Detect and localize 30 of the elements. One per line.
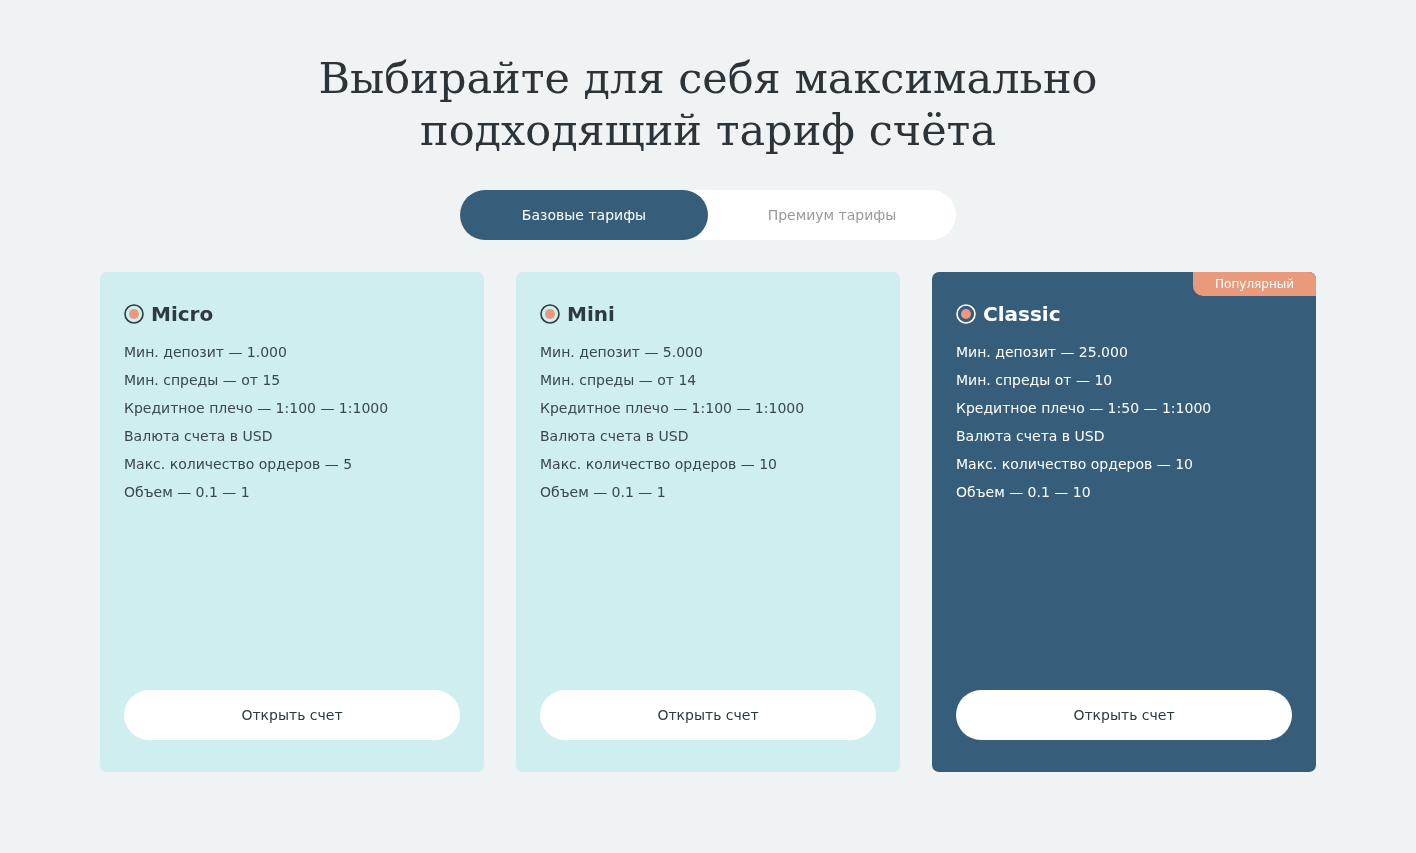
plan-feature: Макс. количество ордеров — 10 xyxy=(540,455,778,474)
radio-icon xyxy=(956,304,976,324)
plan-feature: Валюта счета в USD xyxy=(124,427,274,446)
plan-feature: Макс. количество ордеров — 5 xyxy=(124,455,354,474)
open-account-button[interactable]: Открыть счет xyxy=(540,690,876,740)
plan-name: Mini xyxy=(567,302,615,326)
plan-feature: Объем — 0.1 — 1 xyxy=(124,483,251,502)
plan-feature: Кредитное плечо — 1:100 — 1:1000 xyxy=(124,399,390,418)
plan-feature: Мин. спреды — от 15 xyxy=(124,371,282,390)
page-heading: Выбирайте для себя максимально подходящий тариф счёта xyxy=(317,52,1099,156)
open-account-button[interactable]: Открыть счет xyxy=(124,690,460,740)
plan-feature: Макс. количество ордеров — 10 xyxy=(956,455,1194,474)
plan-feature: Объем — 0.1 — 10 xyxy=(956,483,1092,502)
plan-feature: Кредитное плечо — 1:50 — 1:1000 xyxy=(956,399,1213,418)
plan-feature: Мин. депозит — 1.000 xyxy=(124,343,288,362)
plan-feature: Валюта счета в USD xyxy=(956,427,1106,446)
plan-name: Micro xyxy=(151,302,214,326)
plan-feature: Мин. депозит — 5.000 xyxy=(540,343,704,362)
popular-badge: Популярный xyxy=(1193,272,1316,296)
tab[interactable]: Базовые тарифы xyxy=(460,190,708,240)
plan-feature: Мин. депозит — 25.000 xyxy=(956,343,1129,362)
plan-name: Classic xyxy=(983,302,1061,326)
plan-feature: Мин. спреды от — 10 xyxy=(956,371,1114,390)
plan-feature: Кредитное плечо — 1:100 — 1:1000 xyxy=(540,399,806,418)
plan-feature: Объем — 0.1 — 1 xyxy=(540,483,667,502)
radio-icon xyxy=(540,304,560,324)
plan-feature: Валюта счета в USD xyxy=(540,427,690,446)
plan-feature: Мин. спреды — от 14 xyxy=(540,371,698,390)
radio-icon xyxy=(124,304,144,324)
open-account-button[interactable]: Открыть счет xyxy=(956,690,1292,740)
